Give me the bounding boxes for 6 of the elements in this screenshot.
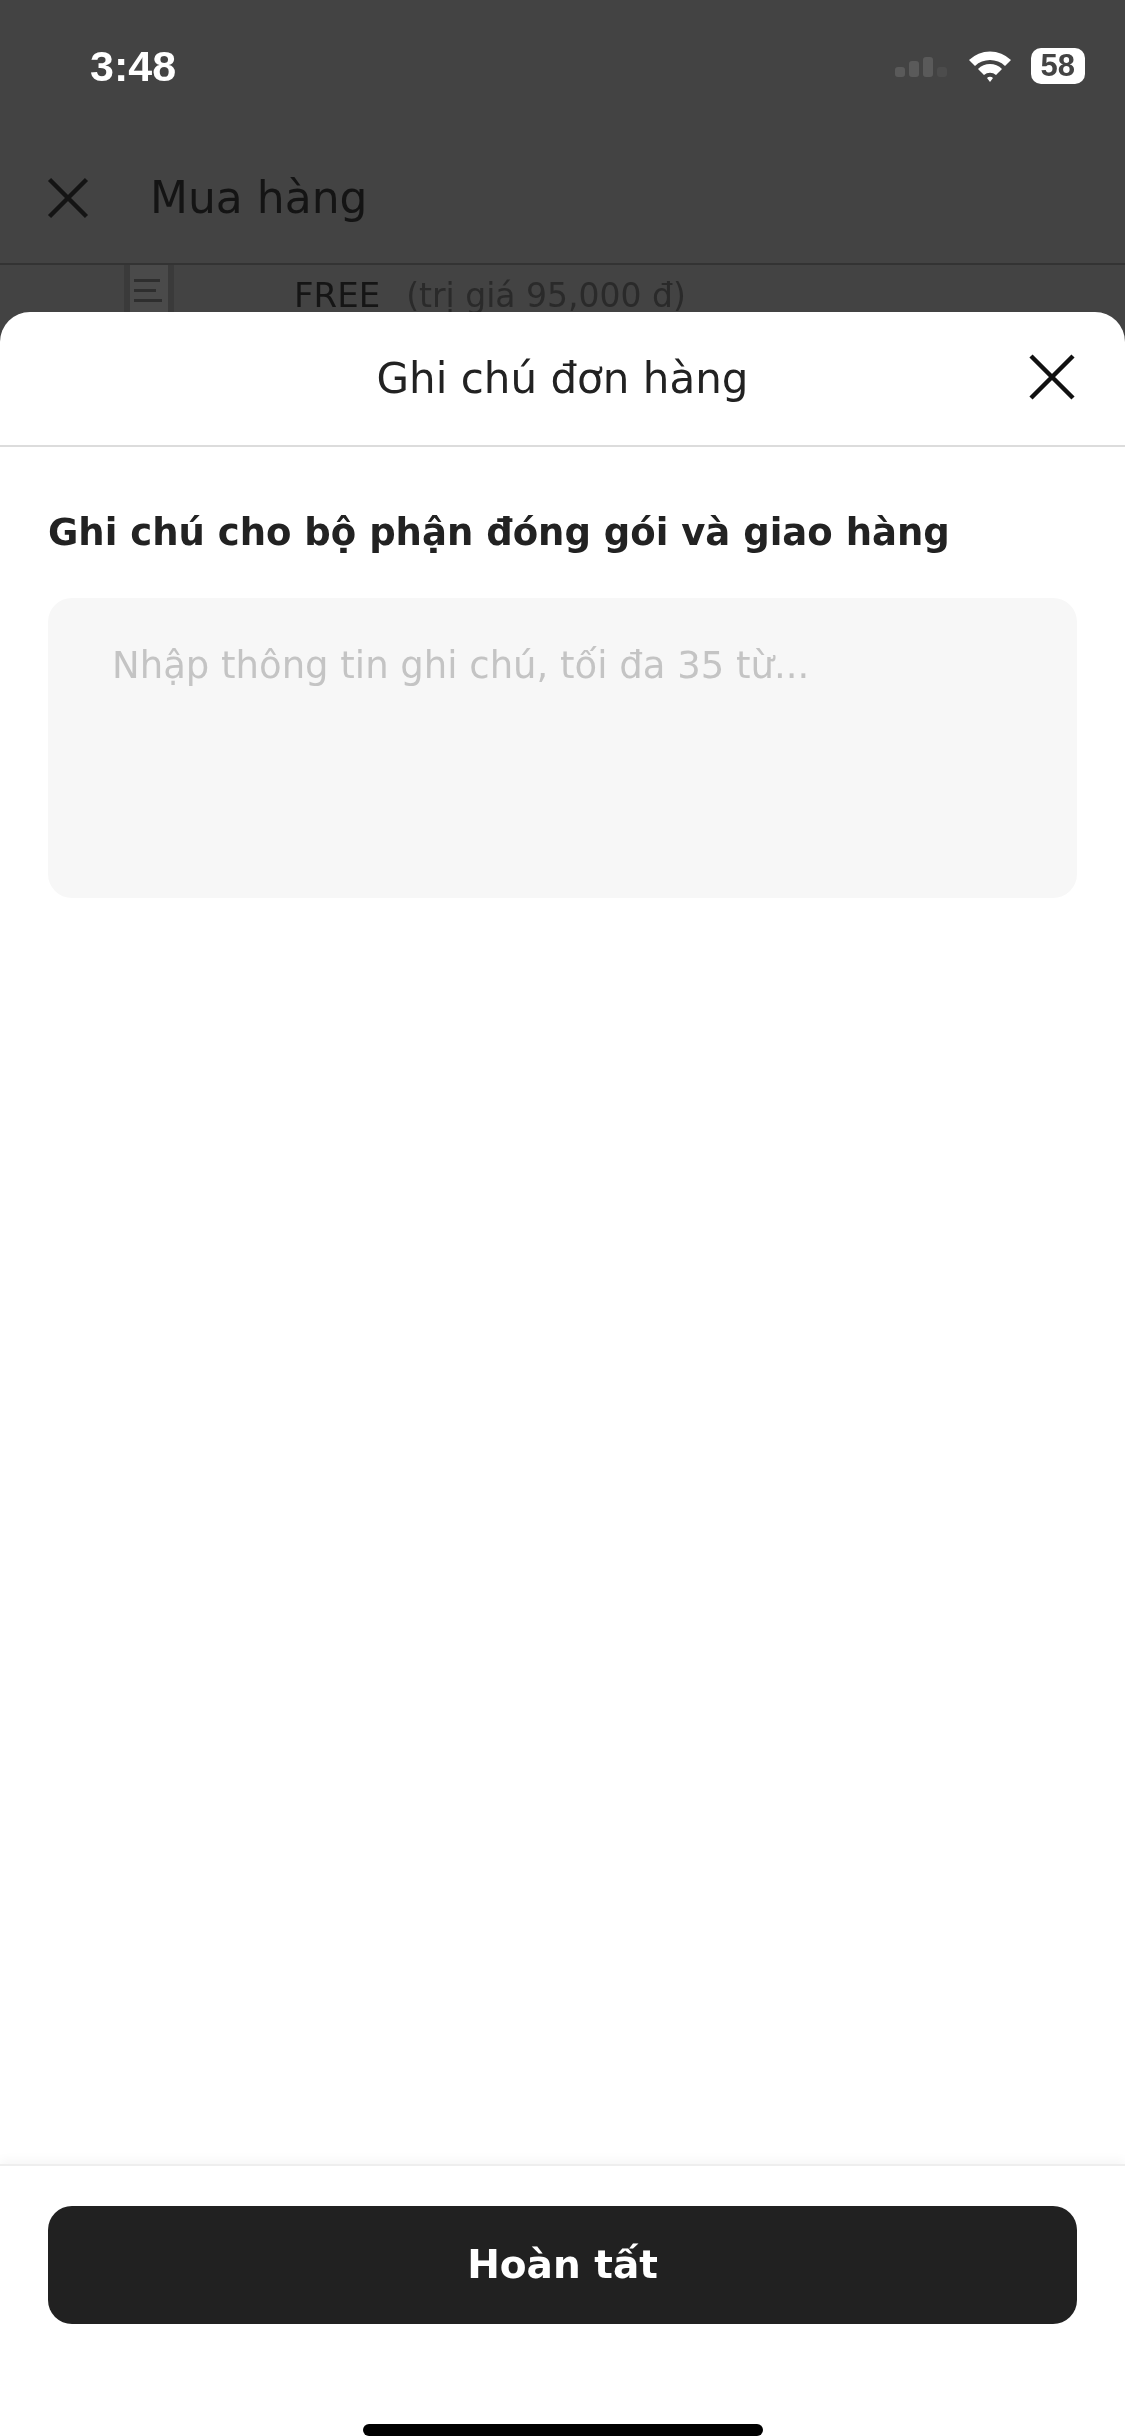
close-button[interactable] — [1027, 352, 1077, 402]
sheet-title: Ghi chú đơn hàng — [376, 354, 749, 403]
field-label: Ghi chú cho bộ phận đóng gói và giao hàng — [48, 511, 951, 554]
status-time: 3:48 — [90, 41, 177, 91]
done-button[interactable]: Hoàn tất — [48, 2206, 1077, 2324]
battery-indicator: 58 — [1030, 48, 1085, 84]
